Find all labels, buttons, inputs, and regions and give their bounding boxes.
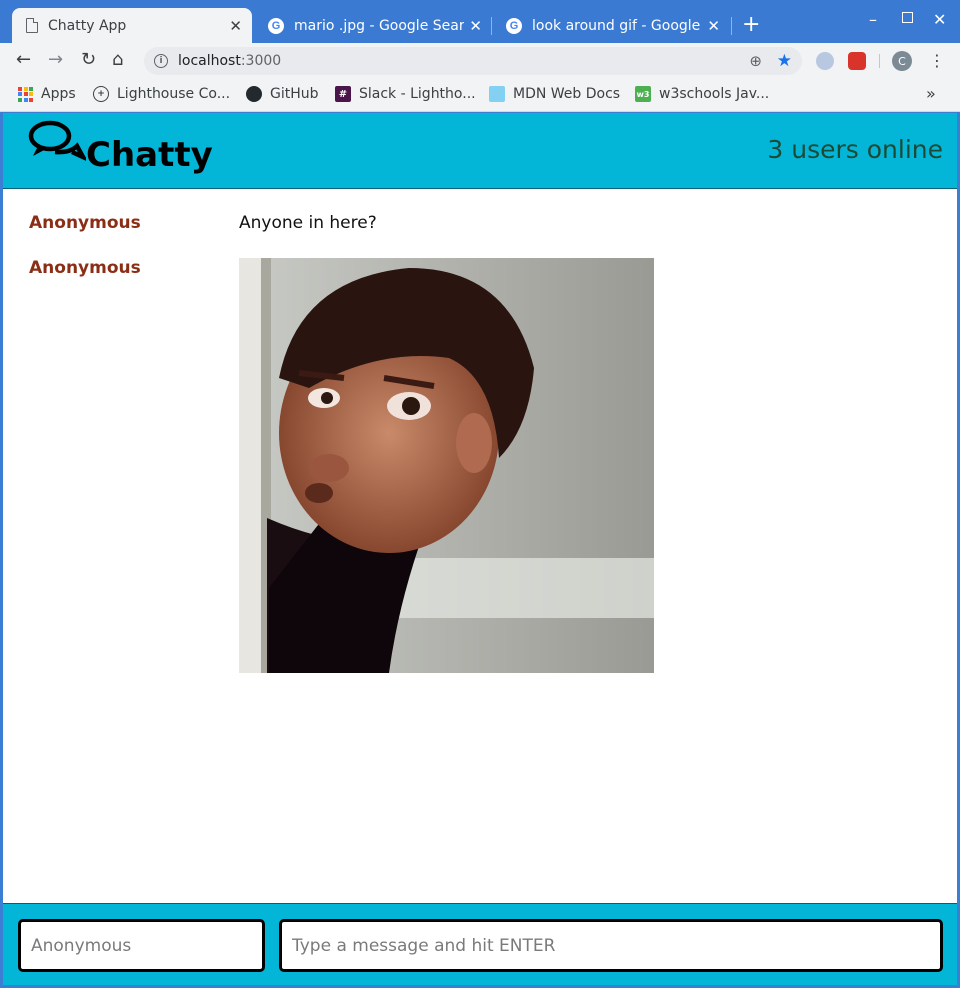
bookmark-w3schools[interactable]: w3 w3schools Jav... xyxy=(635,86,769,102)
users-online-count: 3 users online xyxy=(767,135,943,164)
home-icon[interactable]: ⌂ xyxy=(112,50,123,70)
zoom-icon[interactable]: ⊕ xyxy=(749,52,762,70)
close-tab-icon[interactable]: ✕ xyxy=(469,17,482,35)
bookmark-slack[interactable]: # Slack - Lightho... xyxy=(335,86,476,102)
w3schools-icon: w3 xyxy=(635,86,651,102)
url-port: :3000 xyxy=(240,53,282,69)
tab-chatty-app[interactable]: Chatty App ✕ xyxy=(12,8,252,43)
app-navbar: Chatty 3 users online xyxy=(3,113,957,189)
google-icon: G xyxy=(268,17,284,34)
chat-bar xyxy=(3,903,957,985)
extension-icon[interactable] xyxy=(816,52,834,70)
tab-separator xyxy=(731,17,732,35)
chatty-app: Chatty 3 users online Anonymous Anyone i… xyxy=(3,113,957,985)
tab-title: look around gif - Google Search xyxy=(532,17,702,34)
bookmark-mdn[interactable]: MDN Web Docs xyxy=(489,86,620,102)
back-icon[interactable]: ← xyxy=(16,50,31,70)
bookmark-label: w3schools Jav... xyxy=(659,86,770,102)
bookmark-label: Lighthouse Co... xyxy=(117,86,231,102)
bookmark-label: GitHub xyxy=(270,86,319,102)
tab-separator xyxy=(491,17,492,35)
bookmark-label: MDN Web Docs xyxy=(513,86,621,102)
toolbar-divider xyxy=(879,54,880,68)
tab-mario-search[interactable]: G mario .jpg - Google Search ✕ xyxy=(256,8,492,43)
browser-titlebar: Chatty App ✕ G mario .jpg - Google Searc… xyxy=(0,0,960,43)
profile-avatar[interactable]: C xyxy=(892,51,912,71)
message-username: Anonymous xyxy=(29,213,141,233)
browser-toolbar: ← → ↻ ⌂ i localhost:3000 ⊕ ★ C ⋮ xyxy=(0,43,960,79)
close-tab-icon[interactable]: ✕ xyxy=(229,17,242,35)
bookmark-github[interactable]: GitHub xyxy=(246,86,319,102)
bookmark-lighthouse[interactable]: + Lighthouse Co... xyxy=(93,86,230,102)
menu-icon[interactable]: ⋮ xyxy=(929,51,945,70)
document-icon xyxy=(26,18,38,33)
gif-image xyxy=(239,258,654,673)
username-input-box[interactable] xyxy=(18,919,265,972)
message-image xyxy=(239,258,654,678)
url-host: localhost xyxy=(178,53,241,69)
bookmark-star-icon[interactable]: ★ xyxy=(777,51,792,71)
apps-grid-icon xyxy=(18,86,33,102)
message-input-box[interactable] xyxy=(279,919,943,972)
tab-title: Chatty App xyxy=(48,17,127,34)
message-content: Anyone in here? xyxy=(239,213,377,233)
google-icon: G xyxy=(506,17,522,34)
reload-icon[interactable]: ↻ xyxy=(81,50,96,70)
bookmark-label: Slack - Lightho... xyxy=(359,86,476,102)
message-username: Anonymous xyxy=(29,258,141,278)
close-tab-icon[interactable]: ✕ xyxy=(707,17,720,35)
bookmarks-bar: Apps + Lighthouse Co... GitHub # Slack -… xyxy=(0,79,960,112)
github-icon xyxy=(246,86,262,102)
slack-icon: # xyxy=(335,86,351,102)
more-bookmarks-icon[interactable]: » xyxy=(926,84,936,103)
tab-look-around-search[interactable]: G look around gif - Google Search ✕ xyxy=(494,8,730,43)
extension-icon[interactable] xyxy=(848,52,866,70)
bookmark-apps[interactable]: Apps xyxy=(18,86,76,102)
bookmark-label: Apps xyxy=(41,86,76,102)
mdn-icon xyxy=(489,86,505,102)
message-input[interactable] xyxy=(292,922,940,969)
address-bar[interactable]: i localhost:3000 ⊕ ★ xyxy=(144,47,802,75)
site-info-icon[interactable]: i xyxy=(154,54,168,68)
tab-title: mario .jpg - Google Search xyxy=(294,17,464,34)
minimize-icon[interactable]: – xyxy=(869,10,877,29)
maximize-icon[interactable] xyxy=(902,12,913,23)
brand-title: Chatty xyxy=(86,135,213,175)
globe-icon: + xyxy=(93,86,109,102)
chat-bubbles-icon xyxy=(28,120,86,161)
username-input[interactable] xyxy=(31,922,262,969)
window-close-icon[interactable]: ✕ xyxy=(933,10,946,29)
forward-icon[interactable]: → xyxy=(48,50,63,70)
new-tab-button[interactable]: + xyxy=(742,14,760,36)
